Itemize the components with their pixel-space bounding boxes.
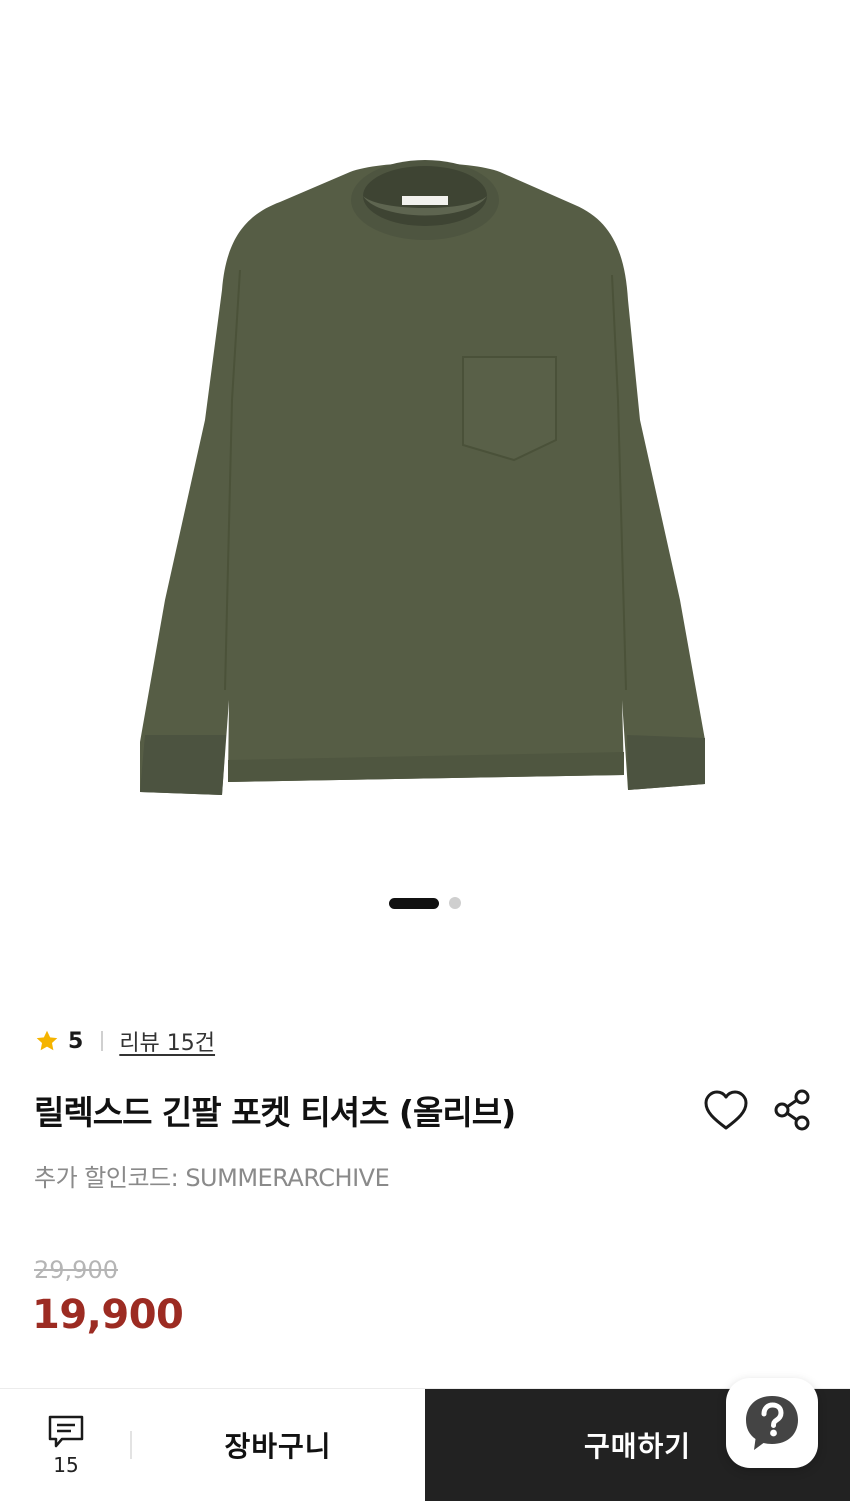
review-count-link[interactable]: 리뷰 15건 (119, 1025, 215, 1057)
help-chat-button[interactable] (726, 1378, 818, 1468)
sale-price: 19,900 (32, 1292, 184, 1338)
carousel-dot[interactable] (449, 897, 461, 909)
product-title: 릴렉스드 긴팔 포켓 티셔츠 (올리브) (34, 1093, 516, 1132)
comment-count: 15 (53, 1453, 79, 1477)
add-to-cart-button[interactable]: 장바구니 (132, 1389, 424, 1501)
rating-divider (101, 1031, 104, 1051)
share-icon[interactable] (772, 1088, 814, 1132)
heart-icon[interactable] (702, 1088, 750, 1134)
product-image (140, 160, 705, 795)
carousel-dot-active[interactable] (389, 897, 439, 909)
original-price: 29,900 (34, 1256, 118, 1284)
discount-code-text: 추가 할인코드: SUMMERARCHIVE (34, 1164, 390, 1192)
bottom-action-bar: 15 장바구니 구매하기 (0, 1388, 850, 1501)
chat-icon (48, 1415, 84, 1448)
comments-button[interactable]: 15 (30, 1389, 102, 1501)
carousel-indicator (0, 896, 850, 910)
rating-value: 5 (68, 1028, 84, 1054)
star-icon (36, 1030, 58, 1051)
question-bubble-icon (746, 1396, 798, 1450)
product-image-carousel[interactable] (0, 0, 850, 960)
rating-row: 5 리뷰 15건 (34, 1024, 215, 1058)
